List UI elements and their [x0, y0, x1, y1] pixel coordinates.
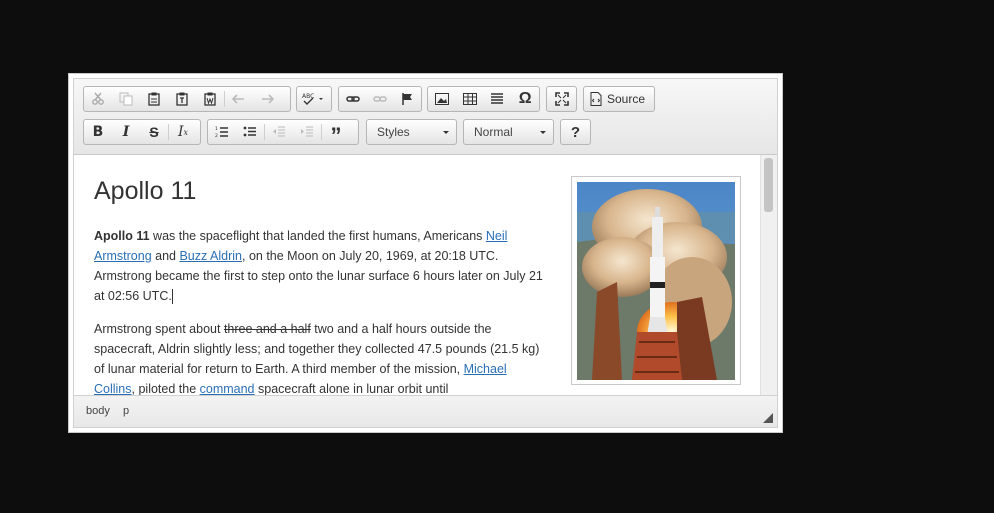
increase-indent-icon[interactable]: [293, 120, 321, 144]
paste-from-word-icon[interactable]: [196, 87, 224, 111]
document-body[interactable]: Apollo 11 Apollo 11 was the spaceflight …: [94, 173, 549, 395]
source-icon: [590, 92, 602, 106]
bulleted-list-icon[interactable]: [236, 120, 264, 144]
redo-icon[interactable]: [253, 87, 281, 111]
chevron-down-icon: [443, 131, 449, 134]
text-run: and: [151, 249, 180, 263]
paragraph-1: Apollo 11 was the spaceflight that lande…: [94, 226, 549, 306]
remove-format-icon[interactable]: Ix: [169, 120, 197, 144]
path-item-p[interactable]: p: [123, 405, 129, 417]
svg-text:2: 2: [215, 133, 218, 138]
horizontal-rule-icon[interactable]: [484, 87, 512, 111]
maximize-icon[interactable]: [547, 87, 576, 111]
rich-text-editor: ABC Ω Source B I S I x 1 2 ” Styles Norm…: [68, 73, 783, 433]
text-run: spacecraft alone in lunar orbit until: [254, 382, 449, 395]
source-button[interactable]: Source: [584, 87, 654, 111]
editor-frame: ABC Ω Source B I S I x 1 2 ” Styles Norm…: [73, 78, 778, 428]
text-cursor: [171, 289, 173, 305]
paragraph-2: Armstrong spent about three and a half t…: [94, 319, 549, 395]
bold-icon[interactable]: B: [84, 120, 112, 144]
source-group: Source: [583, 86, 655, 112]
basic-styles-group: B I S Ix: [83, 119, 201, 145]
maximize-group: [546, 86, 577, 112]
source-label: Source: [607, 92, 646, 106]
table-icon[interactable]: [456, 87, 484, 111]
help-button[interactable]: ?: [561, 120, 590, 144]
unlink-icon[interactable]: [366, 87, 393, 111]
links-group: [338, 86, 422, 112]
help-group: ?: [560, 119, 591, 145]
insert-group: Ω: [427, 86, 540, 112]
path-item-body[interactable]: body: [86, 405, 110, 417]
link-command[interactable]: command: [200, 382, 255, 395]
format-label: Normal: [474, 125, 513, 139]
svg-text:1: 1: [215, 126, 218, 132]
spellcheck-group: ABC: [296, 86, 332, 112]
paste-text-icon[interactable]: [168, 87, 196, 111]
text-run: , piloted the: [131, 382, 200, 395]
chevron-down-icon: [540, 131, 546, 134]
cut-icon[interactable]: [84, 87, 112, 111]
strikethrough-text: three and a half: [223, 322, 311, 336]
paste-icon[interactable]: [140, 87, 168, 111]
text-run: Armstrong spent about: [94, 322, 224, 336]
scrollbar-thumb[interactable]: [764, 158, 773, 212]
undo-icon[interactable]: [225, 87, 253, 111]
lists-group: 12 ”: [207, 119, 359, 148]
bold-text: Apollo 11: [94, 229, 150, 243]
clipboard-group: [83, 86, 291, 112]
resize-grip-icon[interactable]: [763, 413, 773, 423]
image-icon[interactable]: [428, 87, 456, 111]
vertical-scrollbar[interactable]: [760, 155, 777, 395]
styles-dropdown[interactable]: Styles: [366, 119, 457, 145]
text-run: was the spaceflight that landed the firs…: [149, 229, 486, 243]
anchor-flag-icon[interactable]: [394, 87, 421, 111]
editor-toolbar: ABC Ω Source B I S I x 1 2 ” Styles Norm…: [74, 79, 777, 155]
copy-icon[interactable]: [112, 87, 140, 111]
link-icon[interactable]: [339, 87, 366, 111]
numbered-list-icon[interactable]: 12: [208, 120, 236, 144]
format-dropdown[interactable]: Normal: [463, 119, 554, 145]
spellcheck-icon[interactable]: ABC: [297, 87, 331, 111]
styles-label: Styles: [377, 125, 410, 139]
status-bar: body p: [74, 395, 777, 427]
link-buzz-aldrin[interactable]: Buzz Aldrin: [179, 249, 242, 263]
editing-area[interactable]: Apollo 11 Apollo 11 was the spaceflight …: [74, 155, 761, 395]
page-title: Apollo 11: [94, 177, 197, 205]
blockquote-icon[interactable]: ”: [322, 120, 350, 148]
strikethrough-icon[interactable]: S: [140, 120, 168, 144]
decrease-indent-icon[interactable]: [265, 120, 293, 144]
italic-icon[interactable]: I: [112, 120, 140, 144]
special-char-omega-icon[interactable]: Ω: [511, 87, 539, 111]
image-frame[interactable]: [571, 176, 741, 385]
rocket-launch-image[interactable]: [577, 182, 735, 380]
